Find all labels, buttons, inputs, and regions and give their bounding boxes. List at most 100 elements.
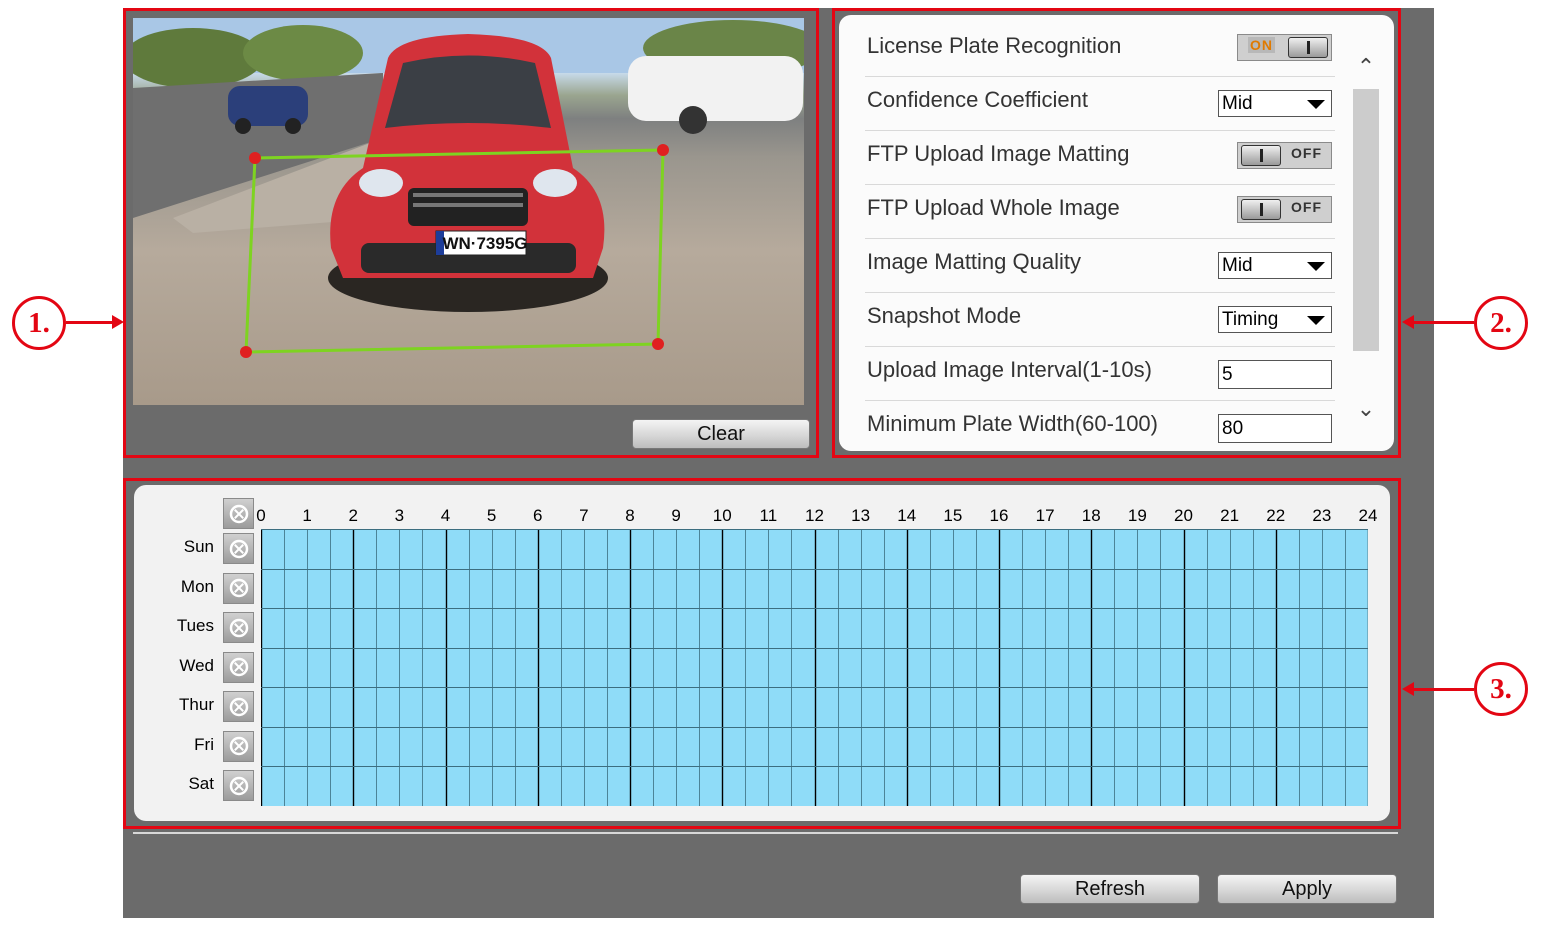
- annotation-arrow-2: [1412, 321, 1474, 324]
- hour-label: 10: [712, 506, 732, 525]
- annotation-2: 2.: [1474, 296, 1528, 350]
- hour-label: 20: [1174, 506, 1193, 525]
- hour-label: 3: [394, 506, 405, 525]
- hour-label: 5: [486, 506, 497, 525]
- setting-row-snapshot-mode: Snapshot Mode Timing: [865, 293, 1335, 347]
- divider: [133, 832, 1398, 834]
- hour-label: 18: [1081, 506, 1101, 525]
- matting-quality-select[interactable]: Mid: [1218, 252, 1332, 279]
- video-panel: WN·7395G Clear: [123, 8, 819, 458]
- toggle-knob: [1288, 37, 1328, 58]
- roi-handle-4: [240, 346, 252, 358]
- schedule-panel: 0 1 2 3 4 5 6 7 8 9 10 11 12 13 14 15 16 17 18 19 20 21 22 23 24…: [123, 478, 1401, 829]
- hour-label: 17: [1035, 506, 1055, 525]
- row-toggle-icon[interactable]: [223, 691, 254, 723]
- setting-label: Image Matting Quality: [867, 249, 1081, 274]
- setting-label: Minimum Plate Width(60-100): [867, 411, 1158, 436]
- snapshot-mode-select[interactable]: Timing: [1218, 306, 1332, 333]
- hour-label: 21: [1220, 506, 1240, 525]
- live-video-preview[interactable]: WN·7395G: [133, 18, 804, 405]
- day-label: Wed: [179, 655, 214, 675]
- day-label: Sat: [188, 774, 214, 794]
- schedule-grid[interactable]: [261, 529, 1368, 806]
- row-toggle-icon[interactable]: [223, 533, 254, 564]
- setting-row-upload-interval: Upload Image Interval(1-10s) 5: [865, 347, 1335, 401]
- row-toggle-icon[interactable]: [223, 730, 254, 762]
- ftp-matting-toggle[interactable]: OFF: [1237, 142, 1332, 169]
- setting-row-matting-quality: Image Matting Quality Mid: [865, 239, 1335, 293]
- day-label: Tues: [176, 616, 214, 636]
- setting-label: Snapshot Mode: [867, 303, 1022, 328]
- hour-label: 8: [625, 506, 635, 525]
- setting-label: Confidence Coefficient: [867, 87, 1088, 112]
- hour-label: 2: [348, 506, 358, 525]
- arrow-head-icon: [1402, 315, 1414, 329]
- scroll-up-icon[interactable]: ⌃: [1356, 56, 1376, 78]
- dropdown-arrow-icon: [1307, 316, 1325, 325]
- row-toggle-icon[interactable]: [223, 770, 254, 802]
- hour-label: 19: [1127, 506, 1147, 525]
- clear-button[interactable]: Clear: [632, 419, 810, 449]
- annotation-arrow-3: [1412, 688, 1474, 691]
- license-plate-text: WN·7395G: [442, 234, 527, 253]
- setting-row-min-plate-width: Minimum Plate Width(60-100) 80: [865, 401, 1335, 451]
- upload-interval-input[interactable]: 5: [1218, 360, 1332, 389]
- setting-label: License Plate Recognition: [867, 33, 1122, 58]
- video-scene: WN·7395G: [133, 18, 804, 358]
- hour-label: 13: [851, 506, 871, 525]
- min-plate-width-input[interactable]: 80: [1218, 414, 1332, 443]
- setting-row-ftp-whole: FTP Upload Whole Image OFF: [865, 185, 1335, 239]
- hour-label: 9: [671, 506, 681, 525]
- schedule-cells: [261, 529, 1368, 806]
- schedule-grid-container: 0 1 2 3 4 5 6 7 8 9 10 11 12 13 14 15 16 17 18 19 20 21 22 23 24…: [134, 485, 1390, 821]
- setting-label: FTP Upload Image Matting: [867, 141, 1130, 166]
- hour-label: 23: [1312, 506, 1332, 525]
- setting-row-ftp-matting: FTP Upload Image Matting OFF: [865, 131, 1335, 185]
- ftp-whole-image-toggle[interactable]: OFF: [1237, 196, 1332, 223]
- scroll-down-icon[interactable]: ⌄: [1356, 398, 1376, 420]
- arrow-head-icon: [1402, 682, 1414, 696]
- hour-label: 1: [302, 506, 312, 525]
- scrollbar-thumb[interactable]: [1353, 89, 1379, 351]
- row-toggle-icon[interactable]: [223, 612, 254, 644]
- roi-handle-1: [249, 152, 261, 164]
- day-label: Mon: [180, 576, 214, 596]
- roi-handle-3: [652, 338, 664, 350]
- hour-label: 6: [533, 506, 543, 525]
- arrow-head-icon: [112, 315, 124, 329]
- hour-label: 12: [805, 506, 824, 525]
- day-label: Fri: [194, 734, 214, 754]
- settings-panel: License Plate Recognition ON Confidence …: [832, 8, 1401, 458]
- hour-label: 14: [897, 506, 917, 525]
- annotation-1: 1.: [12, 296, 66, 350]
- toggle-knob: [1241, 199, 1281, 220]
- hour-label: 11: [759, 506, 778, 525]
- lpr-toggle[interactable]: ON: [1237, 34, 1332, 61]
- day-label: Thur: [179, 695, 214, 715]
- roi-handle-2: [657, 144, 669, 156]
- settings-list: License Plate Recognition ON Confidence …: [839, 15, 1394, 451]
- toggle-knob: [1241, 145, 1281, 166]
- hour-label: 0: [256, 506, 266, 525]
- hour-label: 22: [1266, 506, 1286, 525]
- refresh-button[interactable]: Refresh: [1020, 874, 1200, 904]
- hour-label: 24: [1358, 506, 1378, 525]
- dropdown-arrow-icon: [1307, 262, 1325, 271]
- confidence-select[interactable]: Mid: [1218, 90, 1332, 117]
- apply-button[interactable]: Apply: [1217, 874, 1397, 904]
- setting-row-confidence: Confidence Coefficient Mid: [865, 77, 1335, 131]
- hour-label: 7: [579, 506, 589, 525]
- annotation-3: 3.: [1474, 662, 1528, 716]
- setting-label: Upload Image Interval(1-10s): [867, 357, 1152, 382]
- settings-scrollbar[interactable]: ⌃ ⌄: [1352, 47, 1380, 439]
- hour-label: 16: [989, 506, 1009, 525]
- annotation-arrow-1: [66, 321, 114, 324]
- setting-row-lpr: License Plate Recognition ON: [865, 23, 1335, 77]
- row-toggle-icon[interactable]: [223, 651, 254, 683]
- row-toggle-icon[interactable]: [223, 572, 254, 604]
- dropdown-arrow-icon: [1307, 100, 1325, 109]
- hour-label: 15: [943, 506, 963, 525]
- day-label: Sun: [183, 537, 214, 556]
- hour-label: 4: [440, 506, 451, 525]
- setting-label: FTP Upload Whole Image: [867, 195, 1120, 220]
